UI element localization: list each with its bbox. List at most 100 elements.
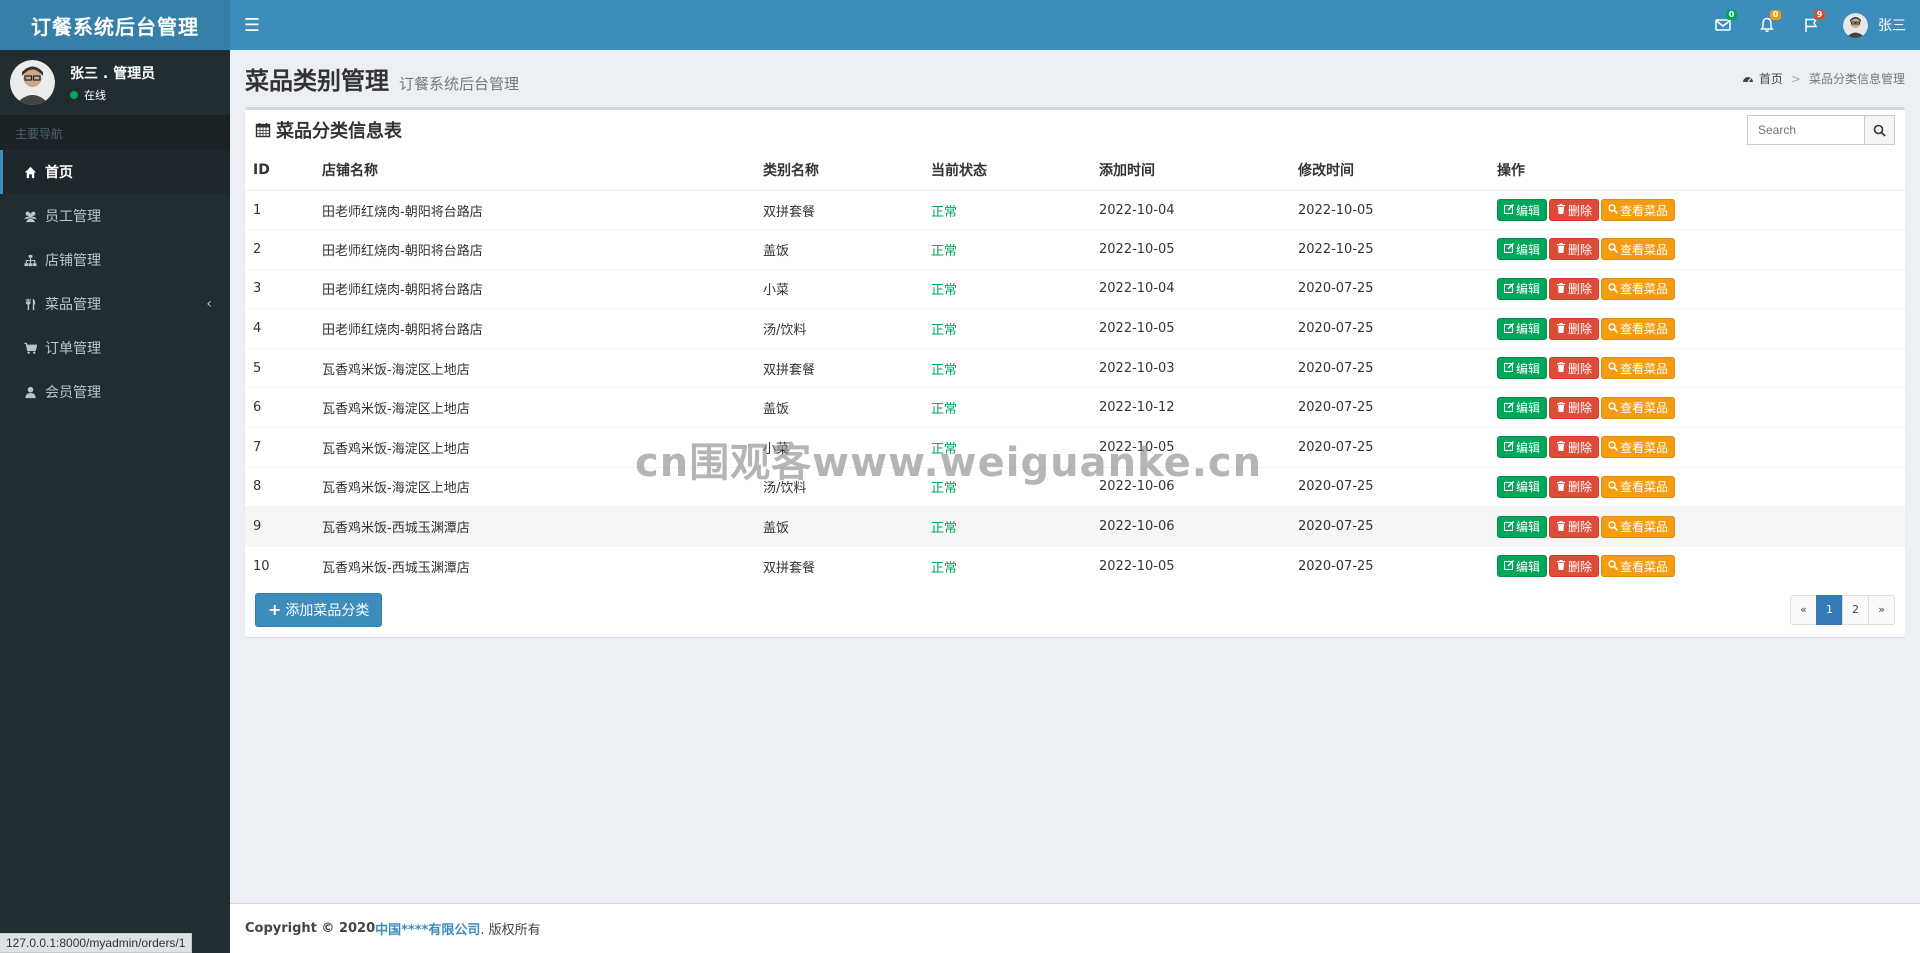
breadcrumb: 首页 > 菜品分类信息管理: [1742, 70, 1905, 87]
cell-id: 10: [245, 545, 314, 586]
edit-button[interactable]: 编辑: [1497, 277, 1548, 300]
main-sidebar: 张三 . 管理员 在线 主要导航 首页 员工管理 店铺管理 菜品管理 ‹ 订单管…: [0, 50, 230, 953]
trash-icon: [1556, 480, 1568, 494]
search-input[interactable]: [1747, 115, 1865, 145]
cell-shop: 田老师红烧肉-朝阳将台路店: [314, 189, 755, 230]
cell-category: 汤/饮料: [755, 308, 923, 349]
cell-created: 2022-10-05: [1091, 229, 1290, 270]
edit-button[interactable]: 编辑: [1497, 396, 1548, 419]
breadcrumb-home-link[interactable]: 首页: [1759, 70, 1783, 87]
title-wrap: 菜品类别管理 订餐系统后台管理: [245, 61, 519, 96]
cell-shop: 瓦香鸡米饭-海淀区上地店: [314, 347, 755, 388]
sidebar-toggle-button[interactable]: ☰: [230, 0, 274, 50]
users-icon: [21, 210, 39, 223]
view-label: 查看菜品: [1620, 520, 1669, 535]
user-status[interactable]: 在线: [70, 87, 155, 103]
trash-icon: [1556, 520, 1568, 534]
sidebar-item-members[interactable]: 会员管理: [0, 370, 230, 414]
cell-created: 2022-10-04: [1091, 268, 1290, 309]
delete-button[interactable]: 删除: [1549, 199, 1600, 222]
table-row: 10 瓦香鸡米饭-西城玉渊潭店 双拼套餐 正常 2022-10-05 2020-07-25…: [245, 545, 1905, 586]
view-label: 查看菜品: [1620, 401, 1669, 416]
edit-button[interactable]: 编辑: [1497, 555, 1548, 578]
tasks-button[interactable]: 9: [1789, 0, 1833, 50]
edit-button[interactable]: 编辑: [1497, 199, 1548, 222]
pager-prev[interactable]: «: [1790, 594, 1817, 625]
edit-button[interactable]: 编辑: [1497, 515, 1548, 538]
sidebar-item-staff[interactable]: 员工管理: [0, 194, 230, 238]
view-dishes-button[interactable]: 查看菜品: [1601, 277, 1676, 300]
cell-created: 2022-10-04: [1091, 189, 1290, 230]
view-dishes-button[interactable]: 查看菜品: [1601, 396, 1676, 419]
edit-button[interactable]: 编辑: [1497, 238, 1548, 261]
cell-created: 2022-10-03: [1091, 347, 1290, 388]
delete-button[interactable]: 删除: [1549, 396, 1600, 419]
trash-icon: [1556, 361, 1568, 375]
delete-button[interactable]: 删除: [1549, 515, 1600, 538]
edit-label: 编辑: [1516, 282, 1541, 297]
search-button[interactable]: [1865, 115, 1895, 145]
view-label: 查看菜品: [1620, 361, 1669, 376]
cell-status: 正常: [923, 308, 1091, 349]
edit-label: 编辑: [1516, 203, 1541, 218]
delete-label: 删除: [1568, 559, 1593, 574]
cell-id: 9: [245, 506, 314, 547]
edit-button[interactable]: 编辑: [1497, 357, 1548, 380]
search-icon: [1608, 322, 1620, 336]
trash-icon: [1556, 401, 1568, 415]
add-category-button[interactable]: + 添加菜品分类: [255, 592, 383, 627]
view-dishes-button[interactable]: 查看菜品: [1601, 515, 1676, 538]
sidebar-item-home[interactable]: 首页: [0, 150, 230, 194]
delete-button[interactable]: 删除: [1549, 317, 1600, 340]
cell-shop: 田老师红烧肉-朝阳将台路店: [314, 268, 755, 309]
cell-shop: 田老师红烧肉-朝阳将台路店: [314, 308, 755, 349]
cell-shop: 瓦香鸡米饭-海淀区上地店: [314, 387, 755, 428]
user-menu[interactable]: 张三: [1833, 0, 1920, 50]
delete-button[interactable]: 删除: [1549, 277, 1600, 300]
edit-label: 编辑: [1516, 322, 1541, 337]
nav-header: 主要导航: [0, 115, 230, 150]
delete-button[interactable]: 删除: [1549, 555, 1600, 578]
cell-actions: 编辑 删除 查看菜品: [1489, 427, 1905, 468]
pager-page-1[interactable]: 1: [1816, 594, 1843, 625]
view-dishes-button[interactable]: 查看菜品: [1601, 555, 1676, 578]
cell-status: 正常: [923, 268, 1091, 309]
view-dishes-button[interactable]: 查看菜品: [1601, 436, 1676, 459]
app-logo[interactable]: 订餐系统后台管理: [0, 0, 230, 50]
view-dishes-button[interactable]: 查看菜品: [1601, 475, 1676, 498]
navbar-right: 0 0 9 张三: [1701, 0, 1920, 50]
cell-actions: 编辑 删除 查看菜品: [1489, 466, 1905, 507]
sidebar-item-orders[interactable]: 订单管理: [0, 326, 230, 370]
delete-button[interactable]: 删除: [1549, 238, 1600, 261]
cell-id: 6: [245, 387, 314, 428]
sidebar-item-shops[interactable]: 店铺管理: [0, 238, 230, 282]
cell-category: 小菜: [755, 268, 923, 309]
edit-button[interactable]: 编辑: [1497, 475, 1548, 498]
search-icon: [1608, 520, 1620, 534]
cell-created: 2022-10-05: [1091, 308, 1290, 349]
cell-created: 2022-10-05: [1091, 427, 1290, 468]
view-dishes-button[interactable]: 查看菜品: [1601, 317, 1676, 340]
delete-button[interactable]: 删除: [1549, 436, 1600, 459]
delete-button[interactable]: 删除: [1549, 475, 1600, 498]
edit-button[interactable]: 编辑: [1497, 436, 1548, 459]
search-icon: [1608, 282, 1620, 296]
view-dishes-button[interactable]: 查看菜品: [1601, 357, 1676, 380]
delete-button[interactable]: 删除: [1549, 357, 1600, 380]
pager-page-2[interactable]: 2: [1842, 594, 1869, 625]
search-icon: [1608, 559, 1620, 573]
col-header-id: ID: [245, 150, 314, 191]
edit-button[interactable]: 编辑: [1497, 317, 1548, 340]
notifications-button[interactable]: 0: [1745, 0, 1789, 50]
sidebar-item-label: 菜品管理: [45, 297, 101, 313]
view-dishes-button[interactable]: 查看菜品: [1601, 238, 1676, 261]
sidebar-item-dishes[interactable]: 菜品管理 ‹: [0, 282, 230, 326]
cell-created: 2022-10-06: [1091, 466, 1290, 507]
cell-modified: 2020-07-25: [1290, 387, 1489, 428]
pager-next[interactable]: »: [1868, 594, 1895, 625]
messages-button[interactable]: 0: [1701, 0, 1745, 50]
company-link[interactable]: 中国****有限公司: [375, 919, 480, 938]
cell-created: 2022-10-05: [1091, 545, 1290, 586]
view-dishes-button[interactable]: 查看菜品: [1601, 199, 1676, 222]
chevron-left-icon: ‹: [206, 296, 212, 312]
